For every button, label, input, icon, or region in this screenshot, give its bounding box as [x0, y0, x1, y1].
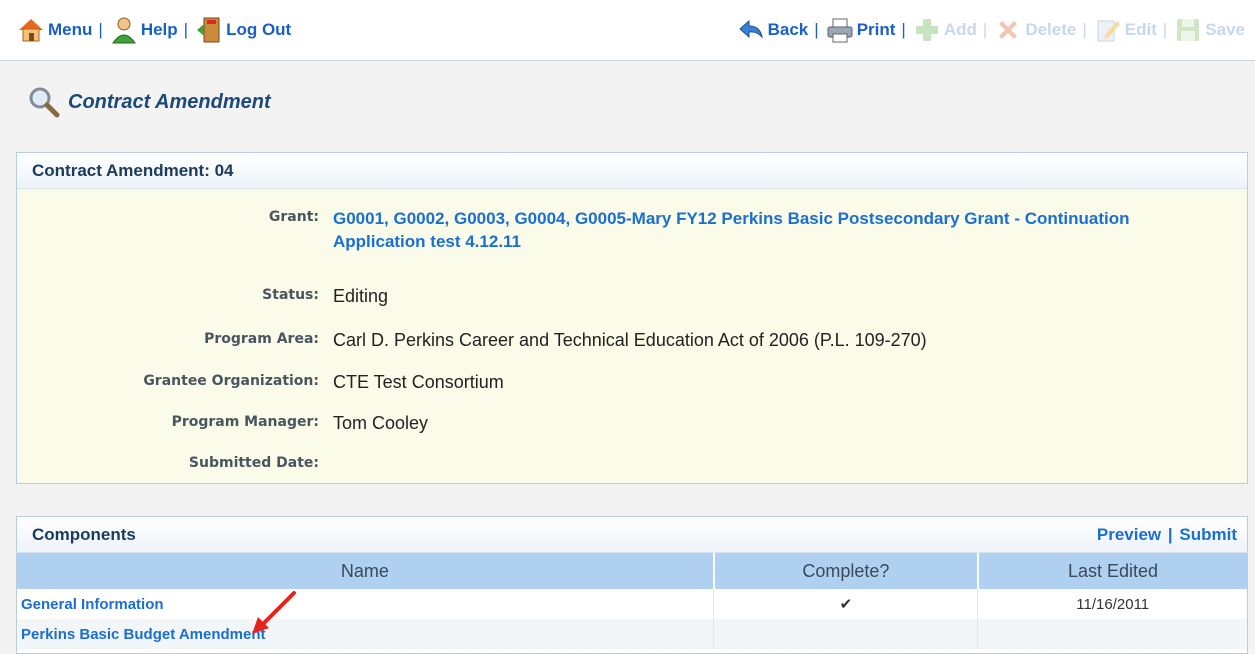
delete-button[interactable]: Delete [993, 15, 1076, 45]
menu-button[interactable]: Menu [16, 15, 92, 45]
submitted-value [333, 453, 1213, 471]
separator: | [814, 20, 819, 39]
help-button[interactable]: Help [109, 15, 178, 45]
manager-label: Program Manager: [171, 414, 319, 430]
contract-amendment-panel: Contract Amendment: 04 Grant: G0001, G00… [16, 152, 1248, 484]
red-arrow-annotation [252, 591, 296, 634]
components-panel: Components Preview | Submit Name Complet… [16, 516, 1248, 654]
toolbar-right: Back | Print | Add | Delete | Edit | Sav… [736, 0, 1245, 60]
logout-label: Log Out [226, 20, 292, 39]
person-help-icon [109, 15, 139, 45]
component-link-general-information[interactable]: General Information [18, 596, 164, 613]
complete-cell [713, 619, 979, 649]
edit-button[interactable]: Edit [1093, 15, 1157, 45]
table-row: Perkins Basic Budget Amendment [17, 619, 1247, 649]
separator: | [1167, 524, 1173, 544]
submitted-row: Submitted Date: [17, 453, 1247, 471]
status-value: Editing [333, 286, 389, 306]
table-header-row: Name Complete? Last Edited [17, 553, 1247, 589]
column-header-name[interactable]: Name [17, 553, 715, 589]
component-link-perkins-basic-budget-amendment[interactable]: Perkins Basic Budget Amendment [18, 626, 266, 643]
program-area-row: Program Area: Carl D. Perkins Career and… [17, 329, 1247, 352]
table-row: General Information ✔ 11/16/2011 [17, 589, 1247, 619]
save-button[interactable]: Save [1173, 15, 1245, 45]
last-edited-cell: 11/16/2011 [1076, 595, 1150, 613]
submitted-label: Submitted Date: [188, 455, 319, 471]
page-title: Contract Amendment [68, 90, 271, 113]
house-icon [16, 15, 46, 45]
edit-icon [1093, 15, 1123, 45]
status-row: Status: Editing [17, 285, 1247, 308]
print-label: Print [856, 20, 896, 39]
separator: | [1082, 20, 1087, 39]
back-button[interactable]: Back [736, 15, 809, 45]
exit-door-icon [194, 15, 224, 45]
page-title-row: Contract Amendment [28, 84, 271, 120]
header-links: Preview | Submit [1097, 525, 1237, 545]
program-area-value: Carl D. Perkins Career and Technical Edu… [333, 330, 927, 350]
back-label: Back [767, 20, 809, 39]
submit-link[interactable]: Submit [1179, 525, 1237, 544]
program-area-label: Program Area: [204, 331, 319, 347]
grant-link[interactable]: G0001, G0002, G0003, G0004, G0005-Mary F… [333, 207, 1213, 253]
name-cell: General Information [17, 589, 715, 619]
components-title: Components [32, 524, 136, 544]
print-button[interactable]: Print [825, 15, 896, 45]
components-table: Name Complete? Last Edited General Infor… [17, 553, 1247, 649]
help-label: Help [140, 20, 178, 39]
manager-value: Tom Cooley [333, 413, 429, 433]
components-header: Components Preview | Submit [17, 517, 1247, 553]
last-edited-cell [977, 619, 1247, 649]
panel-title: Contract Amendment: 04 [32, 160, 234, 180]
status-label: Status: [262, 287, 319, 303]
column-header-last-edited[interactable]: Last Edited [977, 553, 1247, 589]
menu-label: Menu [48, 20, 93, 39]
separator: | [98, 20, 103, 39]
separator: | [901, 20, 906, 39]
magnifier-icon [28, 86, 60, 118]
floppy-disk-icon [1173, 15, 1203, 45]
separator: | [183, 20, 189, 39]
save-label: Save [1205, 20, 1245, 39]
back-arrow-icon [736, 15, 766, 45]
name-cell: Perkins Basic Budget Amendment [17, 619, 715, 649]
toolbar-left: Menu | Help | Log Out [16, 0, 291, 60]
panel-header: Contract Amendment: 04 [17, 153, 1247, 189]
logout-button[interactable]: Log Out [194, 15, 291, 45]
printer-icon [825, 15, 855, 45]
toolbar: Menu | Help | Log Out Back | Print | Add… [0, 0, 1255, 61]
grantee-label: Grantee Organization: [143, 373, 319, 389]
x-icon [993, 15, 1023, 45]
add-button[interactable]: Add [912, 15, 977, 45]
add-label: Add [943, 20, 977, 39]
grantee-value: CTE Test Consortium [333, 372, 504, 392]
column-header-complete[interactable]: Complete? [713, 553, 979, 589]
plus-icon [912, 15, 942, 45]
edit-label: Edit [1124, 20, 1157, 39]
delete-label: Delete [1025, 20, 1077, 39]
separator: | [982, 20, 988, 39]
grant-label: Grant: [268, 209, 319, 225]
checkmark-icon: ✔ [713, 589, 979, 619]
preview-link[interactable]: Preview [1097, 525, 1161, 544]
manager-row: Program Manager: Tom Cooley [17, 412, 1247, 435]
separator: | [1162, 20, 1168, 39]
grant-row: Grant: G0001, G0002, G0003, G0004, G0005… [17, 207, 1247, 253]
grantee-row: Grantee Organization: CTE Test Consortiu… [17, 371, 1247, 394]
